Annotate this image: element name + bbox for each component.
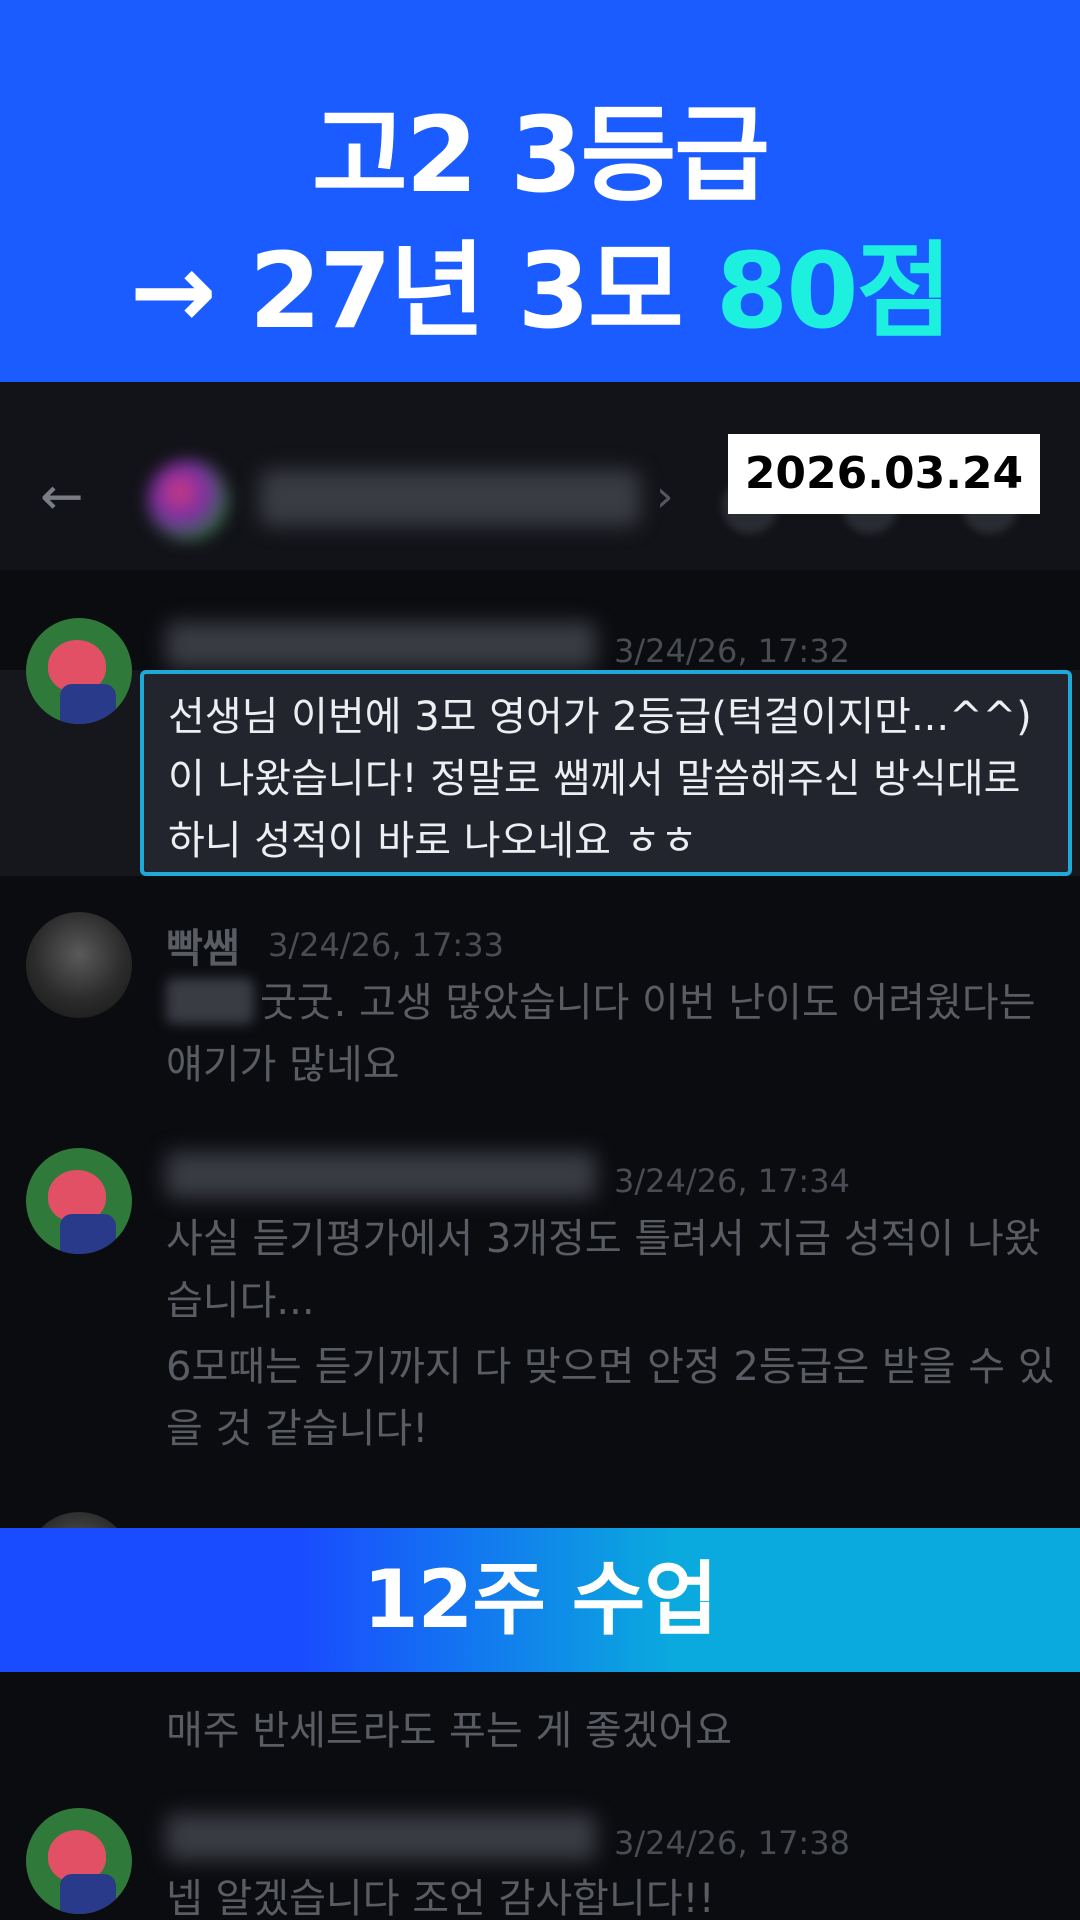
date-stamp: 2026.03.24	[728, 434, 1040, 514]
student-avatar[interactable]	[26, 1808, 132, 1914]
message-time: 3/24/26, 17:33	[268, 926, 504, 964]
message-time: 3/24/26, 17:34	[614, 1162, 850, 1200]
sender-name-blurred	[166, 1814, 596, 1860]
room-title-blurred[interactable]	[260, 470, 640, 526]
chat-screen: ← › 2026.03.24 3/24/26, 17:32 선생님 이번에 3모…	[0, 382, 1080, 1920]
sender-name-blurred	[166, 622, 596, 668]
chat-app-bar: ← › 2026.03.24	[0, 382, 1080, 570]
headline-banner: 고2 3등급 → 27년 3모 80점	[0, 0, 1080, 382]
sender-name: 빡쌤	[166, 926, 240, 972]
message-text: 매주 반세트라도 푸는 게 좋겠어요	[166, 1708, 733, 1754]
message-text: 굿굿. 고생 많았습니다 이번 난이도 어려웠다는 얘기가 많네요	[166, 978, 1036, 1088]
room-avatar[interactable]	[148, 460, 228, 540]
message-text: 선생님 이번에 3모 영어가 2등급(턱걸이지만...^^)이 나왔습니다! 정…	[168, 694, 1032, 864]
arrow-left-icon[interactable]: ←	[40, 471, 100, 523]
headline-score: 80점	[715, 230, 952, 352]
student-avatar[interactable]	[26, 618, 132, 724]
headline-line2: → 27년 3모 80점	[0, 206, 1080, 357]
message-time: 3/24/26, 17:32	[614, 632, 850, 670]
headline-line1: 고2 3등급	[312, 94, 770, 216]
sender-name-blurred	[166, 1152, 596, 1198]
message-time: 3/24/26, 17:38	[614, 1824, 850, 1862]
headline-line2-prefix: → 27년 3모	[129, 230, 716, 352]
message-text: 넵 알겠습니다 조언 감사합니다!!	[166, 1876, 715, 1920]
mention-blurred	[166, 978, 254, 1024]
course-banner: 12주 수업	[0, 1528, 1080, 1672]
highlighted-message-box[interactable]: 선생님 이번에 3모 영어가 2등급(턱걸이지만...^^)이 나왔습니다! 정…	[140, 670, 1072, 876]
message-text: 사실 듣기평가에서 3개정도 틀려서 지금 성적이 나왔습니다...	[166, 1216, 1041, 1324]
message-text-2: 6모때는 듣기까지 다 맞으면 안정 2등급은 받을 수 있을 것 같습니다!	[166, 1344, 1055, 1452]
student-avatar[interactable]	[26, 1148, 132, 1254]
chevron-right-icon[interactable]: ›	[656, 472, 674, 522]
teacher-avatar[interactable]	[26, 912, 132, 1018]
